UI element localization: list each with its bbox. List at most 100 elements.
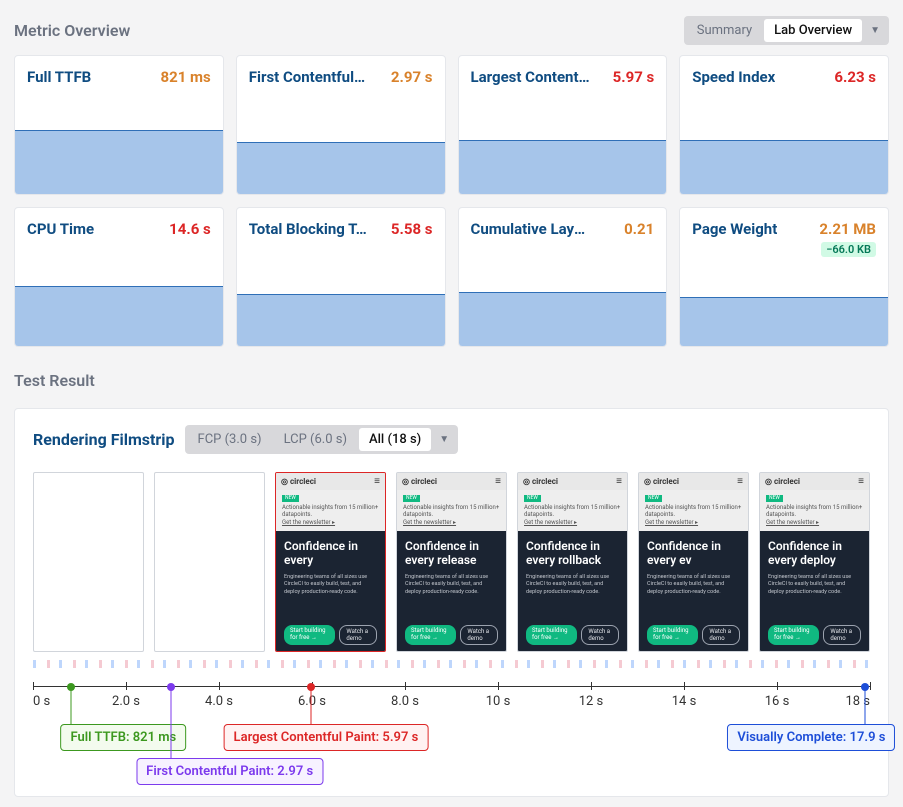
timeline-tick [870, 682, 871, 690]
filmstrip-frame[interactable]: ◎ circleci ≡ NEWActionable insights from 1… [759, 472, 870, 652]
cta-secondary: Watch a demo [460, 625, 498, 645]
menu-icon: ≡ [616, 476, 622, 487]
metric-overview-title: Metric Overview [14, 21, 130, 40]
tab-all[interactable]: All (18 s) [359, 428, 431, 451]
frame-headline: Confidence in every release [405, 539, 498, 568]
frame-subtext: Engineering teams of all sizes use Circl… [284, 574, 377, 597]
frame-banner: NEWActionable insights from 15 million+ … [397, 490, 506, 531]
metric-sparkline [680, 94, 888, 194]
cta-secondary: Watch a demo [823, 625, 861, 645]
filmstrip-frame[interactable]: ◎ circleci≡NEWActionable insights from 1… [638, 472, 749, 652]
tab-lcp[interactable]: LCP (6.0 s) [274, 428, 357, 451]
timeline-tick-label: 4.0 s [205, 694, 233, 709]
timeline-marker-line [310, 690, 311, 724]
metric-value: 2.97 s [391, 68, 433, 86]
metric-sparkline [237, 94, 445, 194]
timeline-tick [405, 682, 406, 690]
metric-value: 6.23 s [834, 68, 876, 86]
metric-value: 5.58 s [391, 220, 433, 238]
frame-header: ◎ circleci≡ [276, 473, 385, 490]
timeline-tick-label: 16 s [765, 694, 790, 709]
timeline-tick [126, 682, 127, 690]
filmstrip-frame[interactable] [154, 472, 265, 652]
filmstrip-frame[interactable]: ◎ circleci ≡ NEWActionable insights from 1… [396, 472, 507, 652]
metric-value: 5.97 s [613, 68, 655, 86]
metric-delta-badge: −66.0 KB [821, 242, 876, 257]
filmstrip-header: Rendering Filmstrip FCP (3.0 s) LCP (6.0… [33, 425, 870, 454]
metric-sparkline [459, 246, 667, 346]
metric-value: 821 ms [161, 68, 211, 86]
cta-secondary: Watch a demo [581, 625, 619, 645]
activity-tick-bar [33, 660, 870, 668]
menu-icon: ≡ [495, 476, 501, 487]
tab-fcp[interactable]: FCP (3.0 s) [188, 428, 272, 451]
metric-sparkline [459, 94, 667, 194]
cta-secondary: Watch a demo [702, 625, 740, 645]
timeline-marker-label[interactable]: Full TTFB: 821 ms [61, 724, 187, 751]
metric-card[interactable]: CPU Time 14.6 s [14, 207, 224, 347]
metric-name: Speed Index [692, 68, 775, 86]
frame-hero: Confidence in every deployEngineering te… [760, 531, 869, 651]
timeline-marker-line [171, 690, 172, 758]
metric-card[interactable]: Total Blocking T…5.58 s [236, 207, 446, 347]
metric-sparkline [237, 246, 445, 346]
metric-sparkline [680, 265, 888, 346]
timeline-tick [498, 682, 499, 690]
metric-value: 0.21 [624, 220, 654, 238]
frame-banner: NEWActionable insights from 15 million+ … [639, 490, 748, 531]
metric-card[interactable]: Largest Content…5.97 s [458, 55, 668, 195]
brand-logo: ◎ circleci [765, 477, 800, 486]
chevron-down-icon[interactable]: ▼ [864, 21, 886, 40]
chevron-down-icon[interactable]: ▼ [433, 430, 455, 449]
metric-sparkline [15, 94, 223, 194]
filmstrip-panel: Rendering Filmstrip FCP (3.0 s) LCP (6.0… [14, 408, 889, 797]
overview-tabs: Summary Lab Overview ▼ [684, 16, 889, 45]
metric-card[interactable]: Page Weight2.21 MB−66.0 KB [679, 207, 889, 347]
timeline-tick [219, 682, 220, 690]
timeline-marker-line [865, 690, 866, 724]
timeline-tick [591, 682, 592, 690]
cta-primary: Start building for free → [284, 625, 335, 645]
timeline-tick-label: 8.0 s [391, 694, 419, 709]
frame-banner: NEWActionable insights from 15 million+ … [760, 490, 869, 531]
frame-banner: NEWActionable insights from 15 million+ … [276, 490, 385, 531]
timeline-marker-label[interactable]: Visually Complete: 17.9 s [727, 724, 895, 751]
timeline-marker-label[interactable]: First Contentful Paint: 2.97 s [136, 758, 323, 785]
timeline-tick-label: 2.0 s [112, 694, 140, 709]
frame-header: ◎ circleci ≡ [760, 473, 869, 490]
filmstrip-title: Rendering Filmstrip [33, 430, 175, 449]
frame-subtext: Engineering teams of all sizes use Circl… [647, 574, 740, 597]
frame-subtext: Engineering teams of all sizes use Circl… [526, 574, 619, 597]
brand-logo: ◎ circleci [402, 477, 437, 486]
frame-banner: NEWActionable insights from 15 million+ … [518, 490, 627, 531]
frame-headline: Confidence in every ev [647, 539, 740, 568]
metric-value: 14.6 s [169, 220, 211, 238]
filmstrip-frame[interactable]: ◎ circleci ≡ NEWActionable insights from 1… [517, 472, 628, 652]
timeline-marker-line [71, 690, 72, 724]
metric-name: CPU Time [27, 220, 94, 238]
brand-logo: ◎ circleci [523, 477, 558, 486]
timeline-tick-label: 12 s [579, 694, 604, 709]
metric-card[interactable]: Speed Index 6.23 s [679, 55, 889, 195]
timeline-tick-label: 10 s [486, 694, 511, 709]
timeline-tick [684, 682, 685, 690]
frame-headline: Confidence in every deploy [768, 539, 861, 568]
frame-hero: Confidence in every ev Engineering teams … [639, 531, 748, 651]
tab-lab-overview[interactable]: Lab Overview [764, 19, 862, 42]
cta-primary: Start building for free → [405, 625, 456, 645]
menu-icon: ≡ [858, 476, 864, 487]
timeline-marker-label[interactable]: Largest Contentful Paint: 5.97 s [224, 724, 429, 751]
filmstrip-frame[interactable]: ◎ circleci≡NEWActionable insights from 1… [275, 472, 386, 652]
frame-header: ◎ circleci ≡ [397, 473, 506, 490]
metric-cards-grid: Full TTFB821 msFirst Contentful …2.97 sL… [14, 55, 889, 347]
menu-icon: ≡ [374, 476, 380, 487]
metric-name: Page Weight [692, 220, 777, 238]
cta-primary: Start building for free → [647, 625, 698, 645]
metric-card[interactable]: First Contentful …2.97 s [236, 55, 446, 195]
tab-summary[interactable]: Summary [687, 19, 762, 42]
filmstrip-frame[interactable] [33, 472, 144, 652]
cta-primary: Start building for free → [768, 625, 819, 645]
metric-card[interactable]: Full TTFB821 ms [14, 55, 224, 195]
metric-card[interactable]: Cumulative Layou…0.21 [458, 207, 668, 347]
frame-headline: Confidence in every rollback [526, 539, 619, 568]
